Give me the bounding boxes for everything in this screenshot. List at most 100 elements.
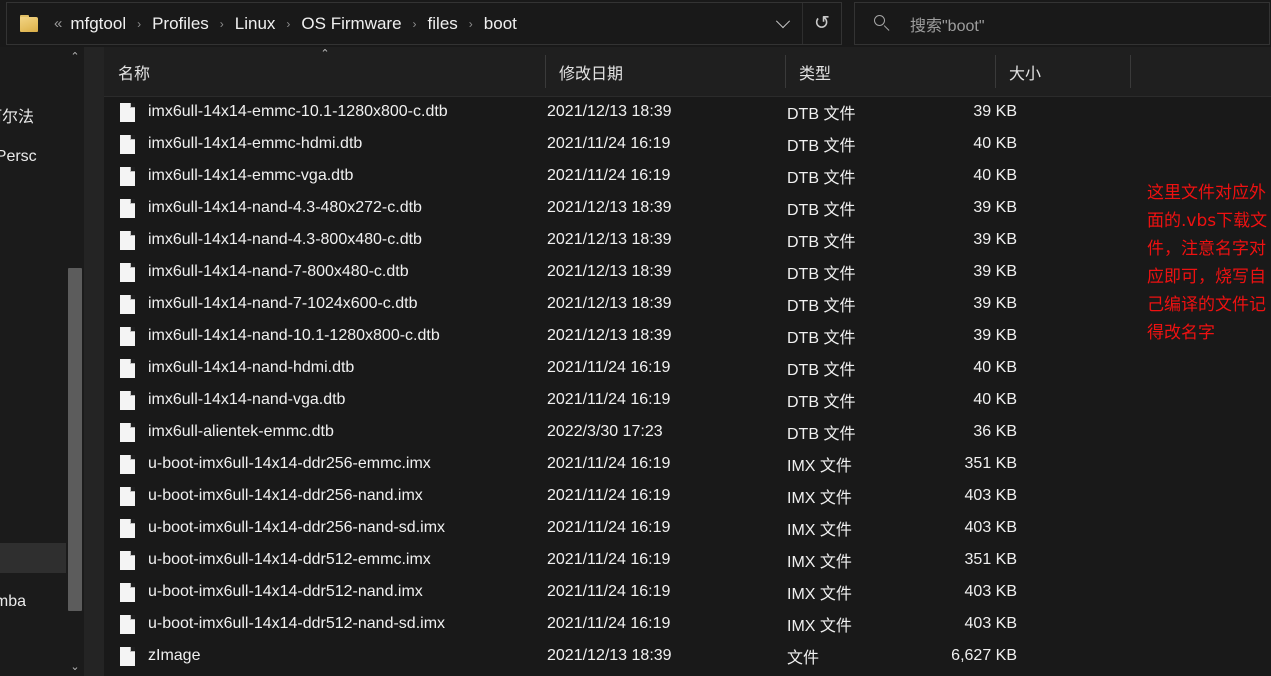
nav-item-label: - Persc: [0, 148, 37, 165]
file-size-cell: 403 KB: [964, 583, 1017, 600]
breadcrumb-separator-icon[interactable]: ›: [275, 18, 301, 30]
file-date-cell: 2021/12/13 18:39: [547, 199, 672, 216]
file-type-cell: DTB 文件: [787, 234, 856, 251]
file-date-cell: 2021/11/24 16:19: [547, 135, 671, 152]
table-row[interactable]: u-boot-imx6ull-14x14-ddr512-nand.imx 2021…: [104, 576, 1271, 608]
navigation-scrollbar[interactable]: ⌃ ⌄: [66, 47, 84, 676]
table-row[interactable]: imx6ull-14x14-nand-hdmi.dtb 2021/11/24 16…: [104, 352, 1271, 384]
file-name-cell[interactable]: imx6ull-14x14-nand-hdmi.dtb: [120, 352, 354, 384]
table-row[interactable]: imx6ull-14x14-nand-10.1-1280x800-c.dtb 20…: [104, 320, 1271, 352]
file-name-cell[interactable]: u-boot-imx6ull-14x14-ddr256-nand.imx: [120, 480, 423, 512]
refresh-button[interactable]: ↻: [802, 3, 841, 44]
file-size-cell: 351 KB: [964, 455, 1017, 472]
file-name-cell[interactable]: imx6ull-14x14-emmc-10.1-1280x800-c.dtb: [120, 96, 448, 128]
file-icon: [120, 550, 135, 570]
red-annotation-text: 这里文件对应外面的.vbs下载文件，注意名字对应即可，烧写自己编译的文件记得改名…: [1147, 183, 1268, 343]
file-name-cell[interactable]: imx6ull-14x14-nand-4.3-480x272-c.dtb: [120, 192, 422, 224]
table-row[interactable]: imx6ull-14x14-emmc-10.1-1280x800-c.dtb 20…: [104, 96, 1271, 128]
table-row[interactable]: imx6ull-14x14-emmc-hdmi.dtb 2021/11/24 16…: [104, 128, 1271, 160]
breadcrumb-item-boot[interactable]: boot: [484, 14, 517, 34]
table-row[interactable]: u-boot-imx6ull-14x14-ddr256-nand.imx 2021…: [104, 480, 1271, 512]
file-date-cell: 2021/11/24 16:19: [547, 391, 671, 408]
file-name-cell[interactable]: imx6ull-14x14-nand-10.1-1280x800-c.dtb: [120, 320, 440, 352]
column-header-date-modified[interactable]: 修改日期: [545, 47, 785, 96]
table-row[interactable]: u-boot-imx6ull-14x14-ddr256-emmc.imx 2021…: [104, 448, 1271, 480]
scroll-down-button[interactable]: ⌄: [66, 657, 84, 676]
file-name-cell[interactable]: imx6ull-14x14-nand-4.3-800x480-c.dtb: [120, 224, 422, 256]
search-input[interactable]: 搜索"boot": [910, 12, 985, 36]
breadcrumb-item-mfgtool[interactable]: mfgtool: [70, 14, 126, 34]
file-name-cell[interactable]: imx6ull-14x14-nand-7-1024x600-c.dtb: [120, 288, 418, 320]
file-size-cell: 403 KB: [964, 615, 1017, 632]
breadcrumb-item-profiles[interactable]: Profiles: [152, 14, 209, 34]
file-name-cell[interactable]: u-boot-imx6ull-14x14-ddr512-emmc.imx: [120, 544, 431, 576]
file-name-cell[interactable]: imx6ull-14x14-nand-vga.dtb: [120, 384, 345, 416]
breadcrumb-item-linux[interactable]: Linux: [235, 14, 276, 34]
file-name-cell[interactable]: u-boot-imx6ull-14x14-ddr256-nand-sd.imx: [120, 512, 445, 544]
file-name-label: u-boot-imx6ull-14x14-ddr512-nand-sd.imx: [148, 615, 446, 632]
table-row[interactable]: u-boot-imx6ull-14x14-ddr512-emmc.imx 2021…: [104, 544, 1271, 576]
breadcrumb-item-os-firmware[interactable]: OS Firmware: [301, 14, 401, 34]
breadcrumb-separator-icon[interactable]: ›: [209, 18, 235, 30]
refresh-icon: ↻: [814, 13, 830, 34]
column-header-type[interactable]: 类型: [785, 47, 995, 96]
file-name-label: imx6ull-14x14-nand-7-1024x600-c.dtb: [148, 295, 418, 312]
file-size-cell: 40 KB: [973, 135, 1017, 152]
table-row[interactable]: zImage 2021/12/13 18:39 文件 6,627 KB: [104, 640, 1271, 672]
file-name-cell[interactable]: imx6ull-14x14-emmc-vga.dtb: [120, 160, 353, 192]
file-name-cell[interactable]: imx6ull-alientek-emmc.dtb: [120, 416, 334, 448]
breadcrumb-separator-icon[interactable]: ›: [402, 18, 428, 30]
table-row[interactable]: imx6ull-14x14-nand-4.3-480x272-c.dtb 2021…: [104, 192, 1271, 224]
address-bar-controls: ↻: [764, 3, 841, 44]
file-name-label: zImage: [148, 647, 201, 664]
file-size-cell: 39 KB: [973, 327, 1017, 344]
toolbar: « mfgtool › Profiles › Linux › OS Firmwa…: [0, 0, 1271, 48]
file-name-label: u-boot-imx6ull-14x14-ddr256-nand-sd.imx: [148, 519, 446, 536]
pane-divider: [84, 47, 104, 676]
file-name-label: imx6ull-14x14-nand-4.3-800x480-c.dtb: [148, 231, 422, 248]
file-name-label: u-boot-imx6ull-14x14-ddr256-nand.imx: [148, 487, 423, 504]
table-row[interactable]: imx6ull-14x14-nand-7-800x480-c.dtb 2021/1…: [104, 256, 1271, 288]
table-row[interactable]: imx6ull-14x14-nand-vga.dtb 2021/11/24 16:…: [104, 384, 1271, 416]
file-name-cell[interactable]: u-boot-imx6ull-14x14-ddr512-nand-sd.imx: [120, 608, 445, 640]
breadcrumb-separator-icon[interactable]: ›: [458, 18, 484, 30]
breadcrumb-item-files[interactable]: files: [428, 14, 458, 34]
file-name-cell[interactable]: u-boot-imx6ull-14x14-ddr512-nand.imx: [120, 576, 423, 608]
file-name-cell[interactable]: imx6ull-14x14-emmc-hdmi.dtb: [120, 128, 362, 160]
column-header-label: 大小: [1009, 65, 1042, 83]
file-type-cell: DTB 文件: [787, 170, 856, 187]
breadcrumb-overflow-button[interactable]: «: [54, 15, 62, 32]
file-name-cell[interactable]: imx6ull-14x14-nand-7-800x480-c.dtb: [120, 256, 409, 288]
address-bar[interactable]: « mfgtool › Profiles › Linux › OS Firmwa…: [6, 2, 842, 45]
table-row[interactable]: u-boot-imx6ull-14x14-ddr256-nand-sd.imx 2…: [104, 512, 1271, 544]
file-type-cell: IMX 文件: [787, 490, 852, 507]
scrollbar-thumb[interactable]: [68, 268, 82, 611]
column-header-size[interactable]: 大小: [995, 47, 1130, 96]
file-size-cell: 40 KB: [973, 359, 1017, 376]
file-size-cell: 39 KB: [973, 295, 1017, 312]
search-icon: [874, 15, 891, 32]
file-size-cell: 39 KB: [973, 263, 1017, 280]
column-header-label: 修改日期: [559, 65, 624, 83]
table-row[interactable]: imx6ull-14x14-nand-4.3-800x480-c.dtb 2021…: [104, 224, 1271, 256]
table-row[interactable]: u-boot-imx6ull-14x14-ddr512-nand-sd.imx 2…: [104, 608, 1271, 640]
table-row[interactable]: imx6ull-alientek-emmc.dtb 2022/3/30 17:23…: [104, 416, 1271, 448]
file-date-cell: 2021/12/13 18:39: [547, 327, 672, 344]
file-size-cell: 36 KB: [973, 423, 1017, 440]
history-dropdown-button[interactable]: [764, 3, 802, 44]
file-name-cell[interactable]: u-boot-imx6ull-14x14-ddr256-emmc.imx: [120, 448, 431, 480]
scroll-up-button[interactable]: ⌃: [66, 47, 84, 66]
file-name-cell[interactable]: zImage: [120, 640, 200, 672]
file-name-label: imx6ull-14x14-nand-hdmi.dtb: [148, 359, 355, 376]
table-row[interactable]: imx6ull-14x14-nand-7-1024x600-c.dtb 2021/…: [104, 288, 1271, 320]
file-icon: [120, 166, 135, 186]
file-type-cell: DTB 文件: [787, 362, 856, 379]
breadcrumb-separator-icon[interactable]: ›: [126, 18, 152, 30]
column-header-label: 名称: [118, 65, 151, 83]
file-size-cell: 39 KB: [973, 199, 1017, 216]
search-box[interactable]: 搜索"boot": [854, 2, 1270, 45]
column-divider[interactable]: [1130, 55, 1131, 88]
file-size-cell: 403 KB: [964, 487, 1017, 504]
table-row[interactable]: imx6ull-14x14-emmc-vga.dtb 2021/11/24 16:…: [104, 160, 1271, 192]
file-list[interactable]: imx6ull-14x14-emmc-10.1-1280x800-c.dtb 20…: [104, 96, 1271, 676]
